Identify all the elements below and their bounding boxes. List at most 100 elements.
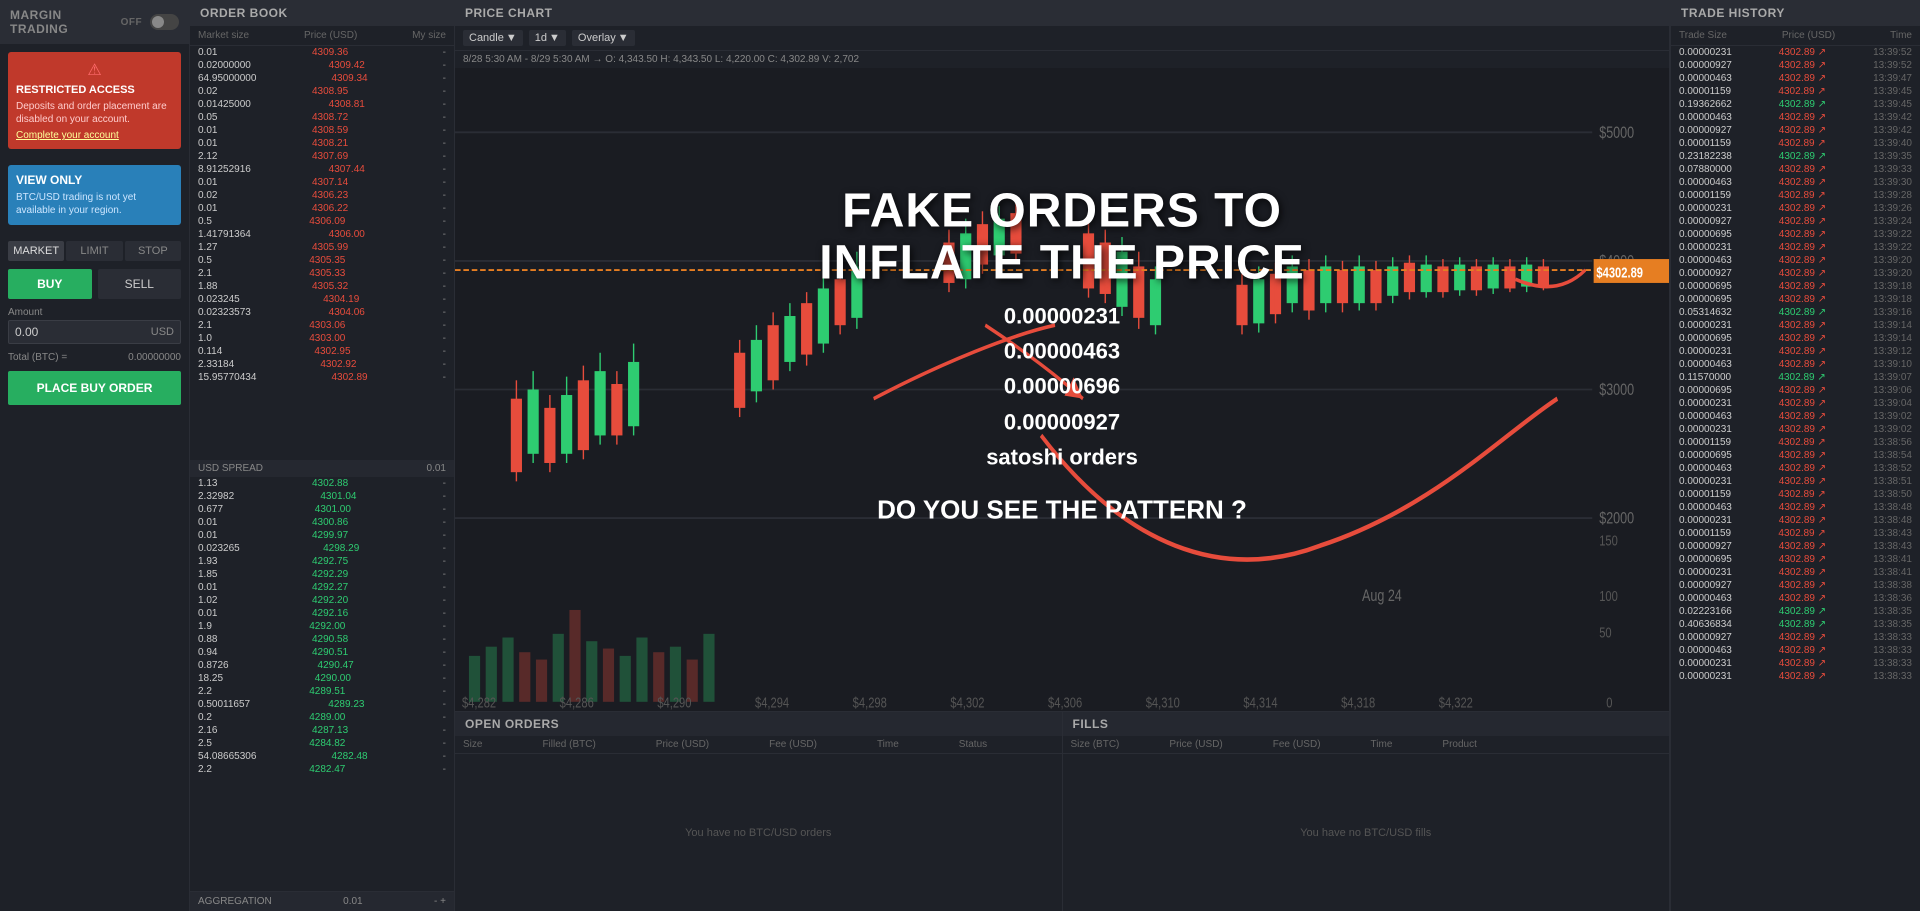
trade-price: 4302.89 ↗ <box>1778 437 1825 448</box>
trade-history-row: 0.00000463 4302.89 ↗ 13:39:02 <box>1671 410 1920 423</box>
ask-price: 4302.95 <box>314 346 350 357</box>
trade-size: 0.02223166 <box>1679 606 1732 617</box>
svg-text:Aug 24: Aug 24 <box>1362 587 1402 605</box>
bid-my-size: - <box>443 751 446 762</box>
trade-price: 4302.89 ↗ <box>1779 60 1826 71</box>
col-fee-usd: Fee (USD) <box>1273 739 1321 750</box>
ask-row: 0.02323573 4304.06 - <box>190 306 454 319</box>
col-filled: Filled (BTC) <box>542 739 595 750</box>
trade-time: 13:39:30 <box>1873 177 1912 188</box>
svg-text:$4,286: $4,286 <box>560 694 594 711</box>
bid-price: 4292.75 <box>312 556 348 567</box>
col-size: Size <box>463 739 482 750</box>
buy-button[interactable]: BUY <box>8 269 92 299</box>
bid-price: 4298.29 <box>323 543 359 554</box>
ask-row: 2.33184 4302.92 - <box>190 358 454 371</box>
trade-size: 0.00000463 <box>1679 593 1732 604</box>
trade-price: 4302.89 ↗ <box>1778 190 1825 201</box>
bid-row: 0.023265 4298.29 - <box>190 542 454 555</box>
ask-my-size: - <box>443 177 446 188</box>
aggregation-row: AGGREGATION 0.01 - + <box>190 891 454 911</box>
ask-row: 1.88 4305.32 - <box>190 280 454 293</box>
trade-size: 0.00000463 <box>1679 463 1732 474</box>
trade-history-row: 0.00000463 4302.89 ↗ 13:39:47 <box>1671 72 1920 85</box>
trade-history-row: 0.00000927 4302.89 ↗ 13:38:38 <box>1671 579 1920 592</box>
overlay-chevron-icon: ▼ <box>618 32 629 44</box>
trade-price: 4302.89 ↗ <box>1778 86 1825 97</box>
trade-time: 13:39:26 <box>1873 203 1912 214</box>
trade-time: 13:38:33 <box>1873 658 1912 669</box>
trade-time: 13:38:41 <box>1873 554 1912 565</box>
bottom-panels: OPEN ORDERS Size Filled (BTC) Price (USD… <box>455 711 1669 911</box>
complete-account-link[interactable]: Complete your account <box>16 130 173 141</box>
buy-sell-row: BUY SELL <box>8 269 181 299</box>
interval-dropdown[interactable]: 1d ▼ <box>529 30 566 46</box>
trade-time: 13:38:50 <box>1873 489 1912 500</box>
trade-size: 0.00000927 <box>1679 216 1732 227</box>
ask-price: 4302.92 <box>320 359 356 370</box>
candle-dropdown[interactable]: Candle ▼ <box>463 30 523 46</box>
asks-container: 0.01 4309.36 - 0.02000000 4309.42 - 64.9… <box>190 46 454 460</box>
ask-size: 2.1 <box>198 320 212 331</box>
bid-price: 4284.82 <box>309 738 345 749</box>
aggregation-controls[interactable]: - + <box>434 896 446 907</box>
ask-size: 0.02323573 <box>198 307 251 318</box>
trade-time: 13:39:16 <box>1873 307 1912 318</box>
svg-text:100: 100 <box>1599 587 1618 604</box>
fake-orders-text: FAKE ORDERS TO INFLATE THE PRICE <box>819 185 1304 291</box>
ask-row: 2.1 4303.06 - <box>190 319 454 332</box>
trade-size: 0.00001159 <box>1679 437 1731 448</box>
bid-my-size: - <box>443 530 446 541</box>
sell-button[interactable]: SELL <box>98 269 182 299</box>
bid-row: 0.88 4290.58 - <box>190 633 454 646</box>
place-buy-order-button[interactable]: PLACE BUY ORDER <box>8 371 181 405</box>
trade-size: 0.00000695 <box>1679 385 1732 396</box>
bid-price: 4290.58 <box>312 634 348 645</box>
ask-my-size: - <box>443 320 446 331</box>
trade-time: 13:38:52 <box>1873 463 1912 474</box>
ask-row: 0.01 4308.59 - <box>190 124 454 137</box>
bid-size: 2.16 <box>198 725 217 736</box>
trade-price: 4302.89 ↗ <box>1779 268 1826 279</box>
trade-size: 0.00000231 <box>1679 203 1732 214</box>
ask-size: 1.41791364 <box>198 229 251 240</box>
view-only-box: VIEW ONLY BTC/USD trading is not yet ava… <box>8 165 181 225</box>
th-col-trade-size: Trade Size <box>1679 30 1727 41</box>
trade-price: 4302.89 ↗ <box>1779 515 1826 526</box>
restricted-title: RESTRICTED ACCESS <box>16 84 173 96</box>
trade-price: 4302.89 ↗ <box>1779 242 1826 253</box>
ask-size: 0.02 <box>198 190 217 201</box>
ask-size: 8.91252916 <box>198 164 251 175</box>
trade-time: 13:39:12 <box>1873 346 1912 357</box>
margin-trading-toggle[interactable] <box>150 14 179 30</box>
bid-size: 0.677 <box>198 504 223 515</box>
tab-market[interactable]: MARKET <box>8 241 64 261</box>
tab-stop[interactable]: STOP <box>125 241 181 261</box>
bid-price: 4301.00 <box>315 504 351 515</box>
trade-price: 4302.89 ↗ <box>1779 281 1826 292</box>
bid-size: 1.93 <box>198 556 217 567</box>
bid-row: 2.16 4287.13 - <box>190 724 454 737</box>
trade-size: 0.00000927 <box>1679 268 1732 279</box>
trade-size: 0.00000463 <box>1679 73 1732 84</box>
trade-price: 4302.89 ↗ <box>1779 255 1826 266</box>
trade-size: 0.00000695 <box>1679 294 1732 305</box>
pattern-text: DO YOU SEE THE PATTERN ? <box>819 495 1304 526</box>
overlay-dropdown[interactable]: Overlay ▼ <box>572 30 635 46</box>
amount-input[interactable] <box>15 325 151 339</box>
amount-input-wrapper: USD <box>8 320 181 344</box>
ask-my-size: - <box>443 333 446 344</box>
ask-size: 0.01 <box>198 177 217 188</box>
svg-text:$4,290: $4,290 <box>657 694 691 711</box>
view-only-desc: BTC/USD trading is not yet available in … <box>16 191 173 217</box>
ask-my-size: - <box>443 99 446 110</box>
bid-size: 0.88 <box>198 634 217 645</box>
trade-history-row: 0.00001159 4302.89 ↗ 13:38:43 <box>1671 527 1920 540</box>
candle-label: Candle <box>469 32 504 44</box>
trade-price: 4302.89 ↗ <box>1779 385 1826 396</box>
tab-limit[interactable]: LIMIT <box>66 241 122 261</box>
svg-text:0: 0 <box>1606 694 1612 711</box>
trade-price: 4302.89 ↗ <box>1779 541 1826 552</box>
chart-area[interactable]: $5000 $4000 $3000 $2000 $1000 0 <box>455 68 1669 711</box>
trade-size: 0.00000695 <box>1679 450 1732 461</box>
